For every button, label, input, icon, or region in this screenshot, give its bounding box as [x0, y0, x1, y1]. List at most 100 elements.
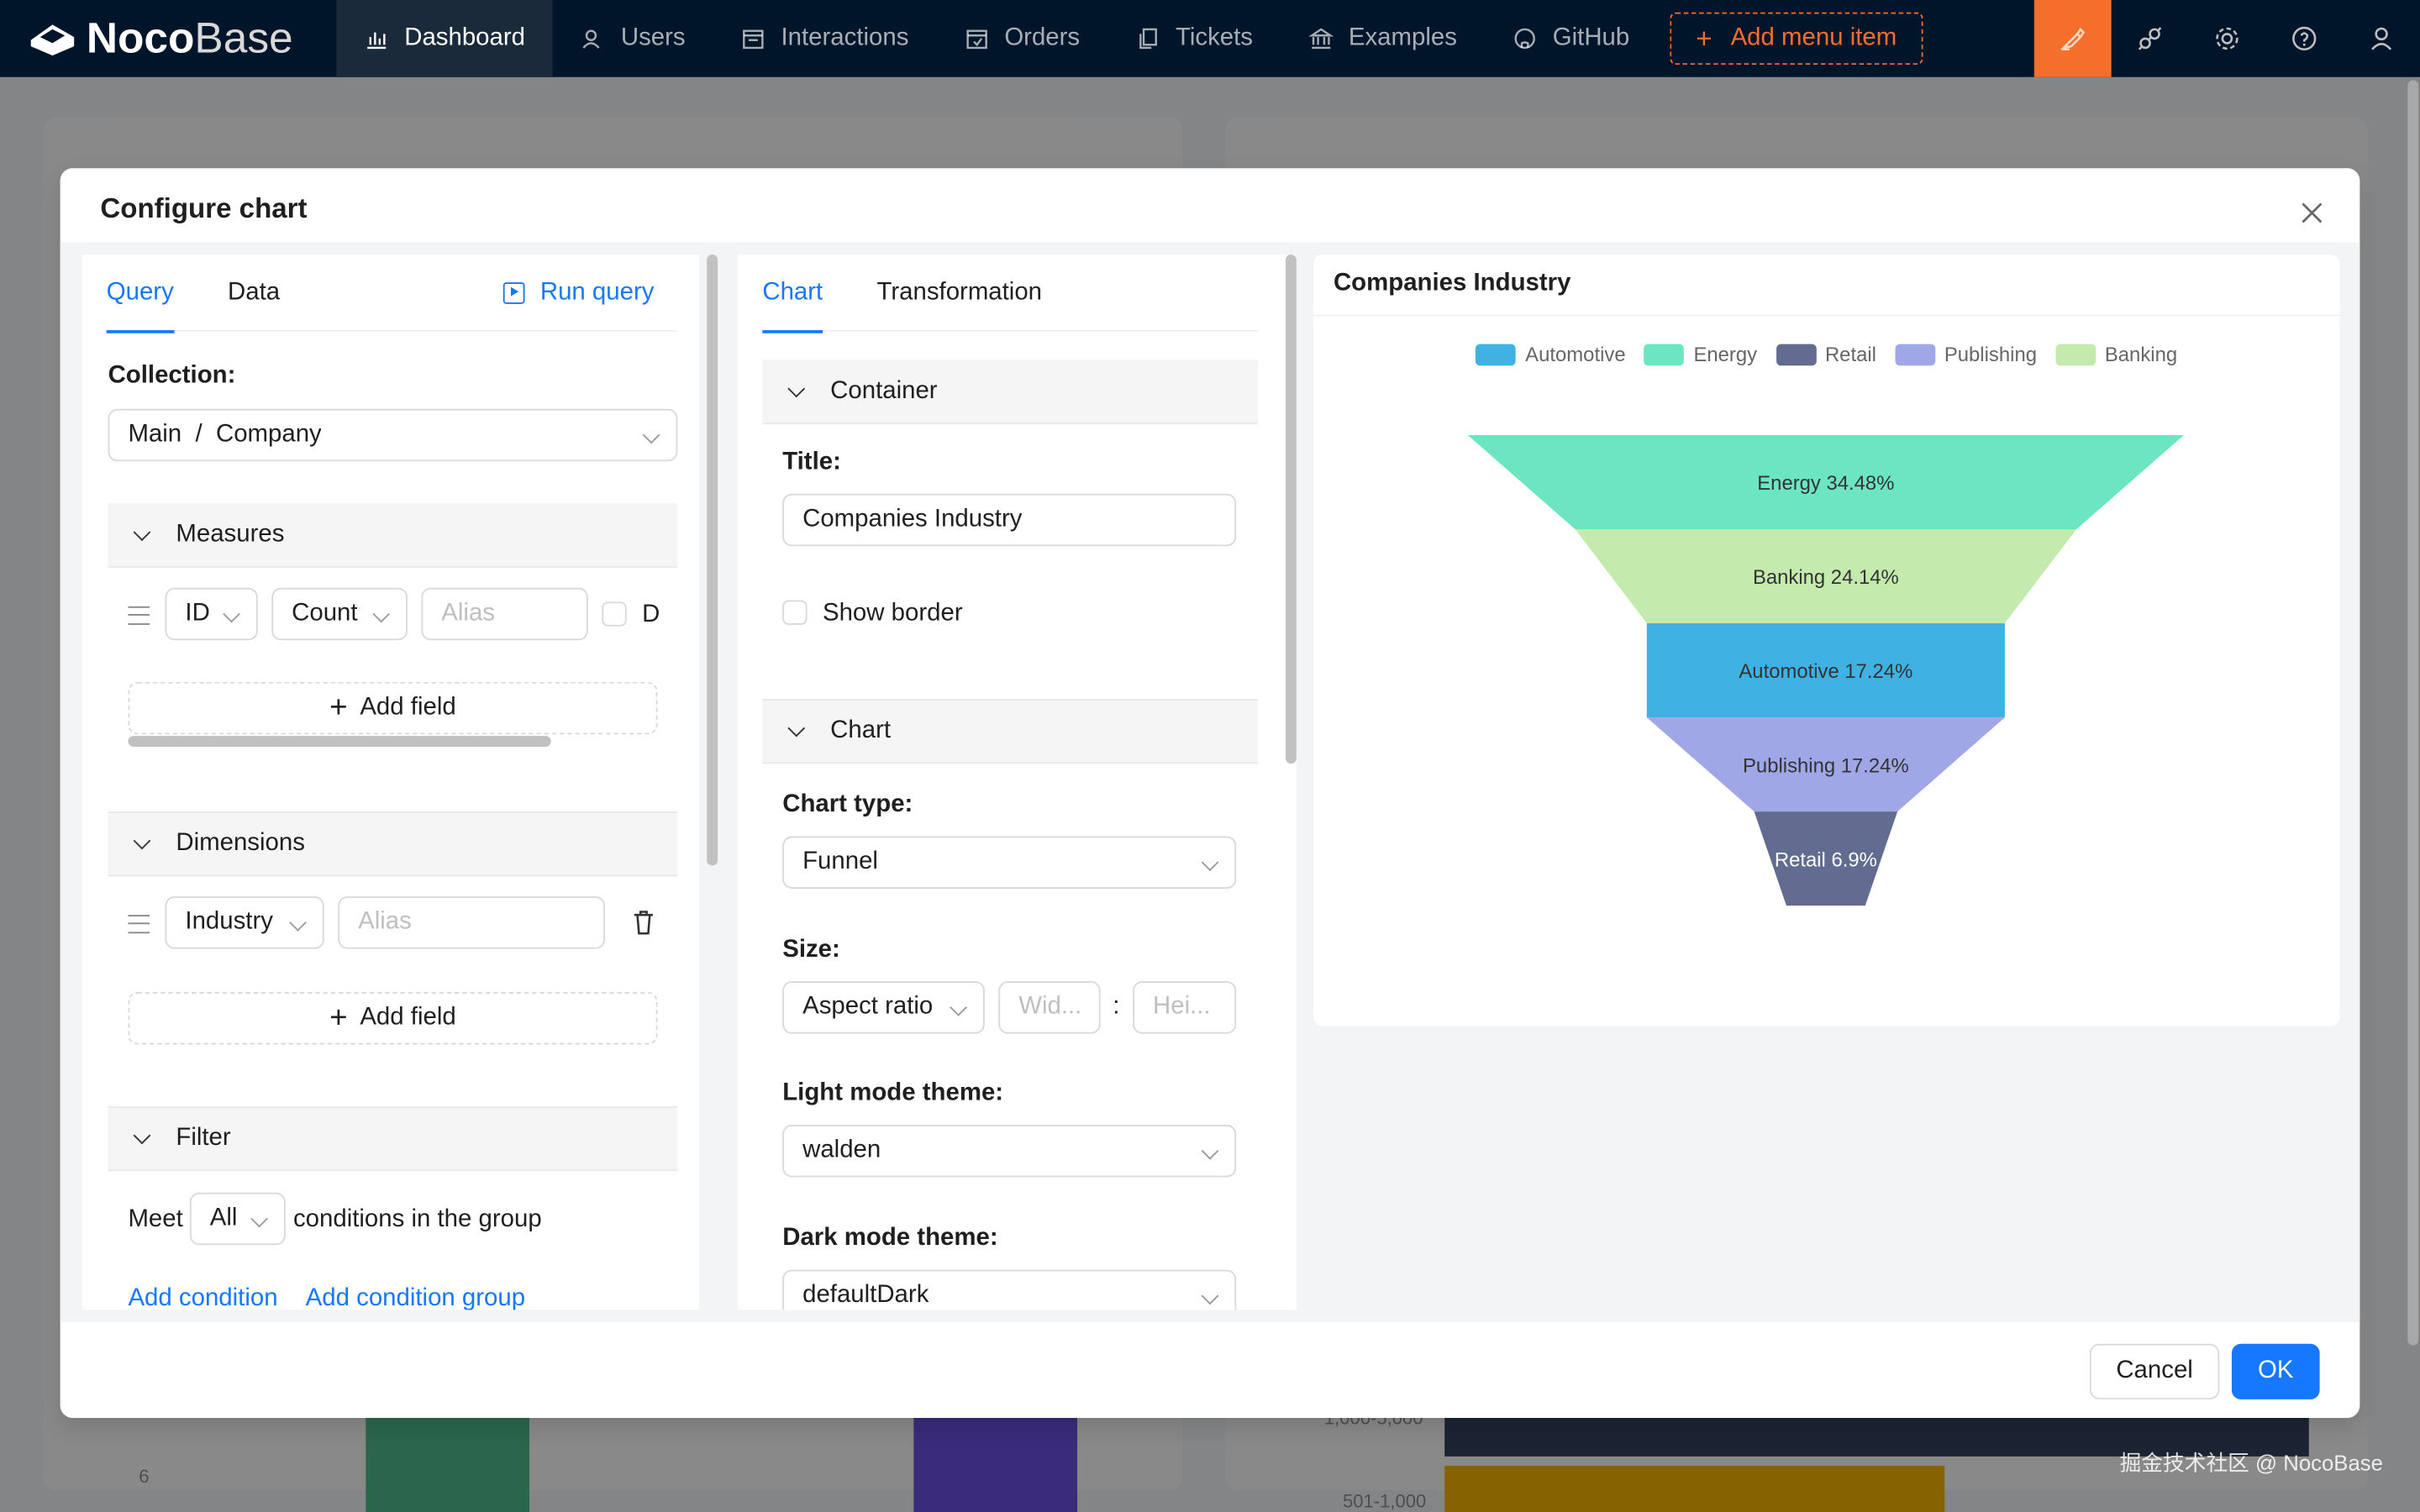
api-icon: [2138, 27, 2162, 50]
ui-editor-button[interactable]: [2033, 0, 2112, 77]
title-input[interactable]: Companies Industry: [782, 493, 1237, 547]
size-separator: :: [1113, 993, 1120, 1021]
delete-icon[interactable]: [631, 909, 655, 937]
dark-theme-value: defaultDark: [802, 1282, 929, 1309]
height-input[interactable]: Hei...: [1133, 981, 1237, 1034]
page-scrollbar[interactable]: [2407, 80, 2419, 1346]
query-panel-scrollbar[interactable]: [707, 255, 718, 866]
add-field-label: Add field: [360, 1004, 456, 1031]
app-logo[interactable]: Noco Base: [0, 0, 336, 77]
logo-text-bold: Noco: [86, 13, 195, 62]
width-input[interactable]: Wid...: [998, 981, 1101, 1034]
funnel-label: Energy 34.48%: [1757, 472, 1894, 495]
tab-query[interactable]: Query: [106, 255, 174, 333]
funnel-label: Banking 24.14%: [1753, 566, 1899, 589]
user-menu-button[interactable]: [2343, 0, 2420, 77]
light-theme-value: walden: [802, 1137, 881, 1163]
dimension-field-select[interactable]: Industry: [165, 896, 324, 949]
dark-theme-select[interactable]: defaultDark: [782, 1269, 1237, 1310]
filter-meet-label: Meet: [128, 1206, 183, 1233]
container-title: Container: [830, 377, 938, 404]
aggregation-value: Count: [292, 600, 358, 627]
modal-body: Query Data Run query Collection: Main / …: [60, 242, 2360, 1323]
chevron-down-icon: [223, 605, 240, 623]
chevron-down-icon: [642, 426, 660, 444]
drag-handle-icon[interactable]: [128, 915, 150, 934]
aggregation-select[interactable]: Count: [271, 587, 408, 641]
copy-icon: [1139, 28, 1157, 50]
add-measure-field-button[interactable]: + Add field: [128, 681, 658, 735]
nav-item-interactions[interactable]: Interactions: [713, 0, 937, 77]
github-icon: [1514, 28, 1535, 50]
logo-icon: [30, 24, 75, 56]
settings-button[interactable]: [2188, 0, 2265, 77]
nav-item-orders[interactable]: Orders: [936, 0, 1107, 77]
dimension-alias-input[interactable]: Alias: [338, 896, 606, 949]
horizontal-scrollbar[interactable]: [128, 736, 551, 747]
title-input-value: Companies Industry: [802, 506, 1023, 533]
ok-button[interactable]: OK: [2231, 1343, 2320, 1399]
nav-item-label: GitHub: [1552, 24, 1630, 51]
chevron-down-icon: [133, 1126, 151, 1145]
tab-data[interactable]: Data: [228, 255, 280, 331]
app-root: Noco Base Dashboard Users Interactions Order…: [0, 0, 2420, 1512]
modal-title: Configure chart: [100, 192, 308, 224]
nav-item-dashboard[interactable]: Dashboard: [336, 0, 554, 77]
dimension-field-value: Industry: [185, 908, 273, 936]
add-menu-item-label: Add menu item: [1730, 24, 1897, 51]
tab-chart[interactable]: Chart: [762, 255, 823, 333]
size-label: Size:: [782, 936, 840, 963]
plus-icon: +: [1696, 22, 1712, 54]
light-theme-select[interactable]: walden: [782, 1124, 1237, 1178]
run-query-button[interactable]: Run query: [502, 279, 654, 307]
close-icon[interactable]: [2298, 199, 2326, 227]
filter-title: Filter: [176, 1124, 231, 1152]
size-mode-select[interactable]: Aspect ratio: [782, 981, 985, 1034]
measure-alias-input[interactable]: Alias: [421, 587, 588, 641]
measure-alias-placeholder: Alias: [441, 600, 496, 627]
help-button[interactable]: [2265, 0, 2343, 77]
chart-type-value: Funnel: [802, 848, 878, 875]
filter-section-header[interactable]: Filter: [108, 1105, 678, 1172]
container-section-header[interactable]: Container: [762, 359, 1258, 425]
dimensions-section-header[interactable]: Dimensions: [108, 811, 678, 877]
nav-item-label: Dashboard: [404, 24, 526, 51]
calendar-icon: [743, 29, 764, 50]
add-dimension-field-button[interactable]: + Add field: [128, 992, 658, 1045]
bar-chart-icon: [367, 32, 387, 50]
dimensions-title: Dimensions: [176, 830, 305, 857]
calendar-check-icon: [966, 29, 987, 50]
chart-type-select[interactable]: Funnel: [782, 836, 1237, 889]
filter-logic-select[interactable]: All: [189, 1192, 286, 1246]
title-label: Title:: [782, 449, 841, 475]
measures-section-header[interactable]: Measures: [108, 502, 678, 568]
play-square-icon: [502, 282, 525, 304]
config-panel-scrollbar[interactable]: [1286, 255, 1297, 764]
distinct-label: D: [642, 601, 660, 628]
nav-item-label: Interactions: [781, 24, 909, 51]
add-menu-item-button[interactable]: + Add menu item: [1670, 12, 1923, 66]
nav-item-github[interactable]: GitHub: [1485, 0, 1657, 77]
chart-section-header[interactable]: Chart: [762, 699, 1258, 764]
chevron-down-icon: [787, 379, 806, 397]
plugins-button[interactable]: [2112, 0, 2189, 77]
drag-handle-icon[interactable]: [128, 606, 150, 625]
nav-item-examples[interactable]: Examples: [1281, 0, 1485, 77]
size-mode-value: Aspect ratio: [802, 993, 934, 1021]
nav-menu: Dashboard Users Interactions Orders Tickets E…: [336, 0, 1657, 77]
add-condition-group-link[interactable]: Add condition group: [306, 1285, 525, 1310]
filter-logic-value: All: [209, 1205, 238, 1231]
tab-transformation[interactable]: Transformation: [876, 255, 1042, 331]
show-border-checkbox[interactable]: [782, 600, 808, 625]
nav-item-users[interactable]: Users: [553, 0, 713, 77]
chevron-down-icon: [133, 832, 151, 850]
measure-field-select[interactable]: ID: [165, 587, 258, 641]
distinct-checkbox[interactable]: [602, 601, 627, 627]
collection-select[interactable]: Main / Company: [108, 408, 678, 462]
query-panel: Query Data Run query Collection: Main / …: [82, 255, 700, 1310]
nav-item-tickets[interactable]: Tickets: [1107, 0, 1281, 77]
funnel-label: Automotive 17.24%: [1739, 660, 1912, 683]
funnel-label: Retail 6.9%: [1775, 848, 1877, 871]
add-condition-link[interactable]: Add condition: [128, 1285, 277, 1310]
cancel-button[interactable]: Cancel: [2089, 1343, 2220, 1399]
